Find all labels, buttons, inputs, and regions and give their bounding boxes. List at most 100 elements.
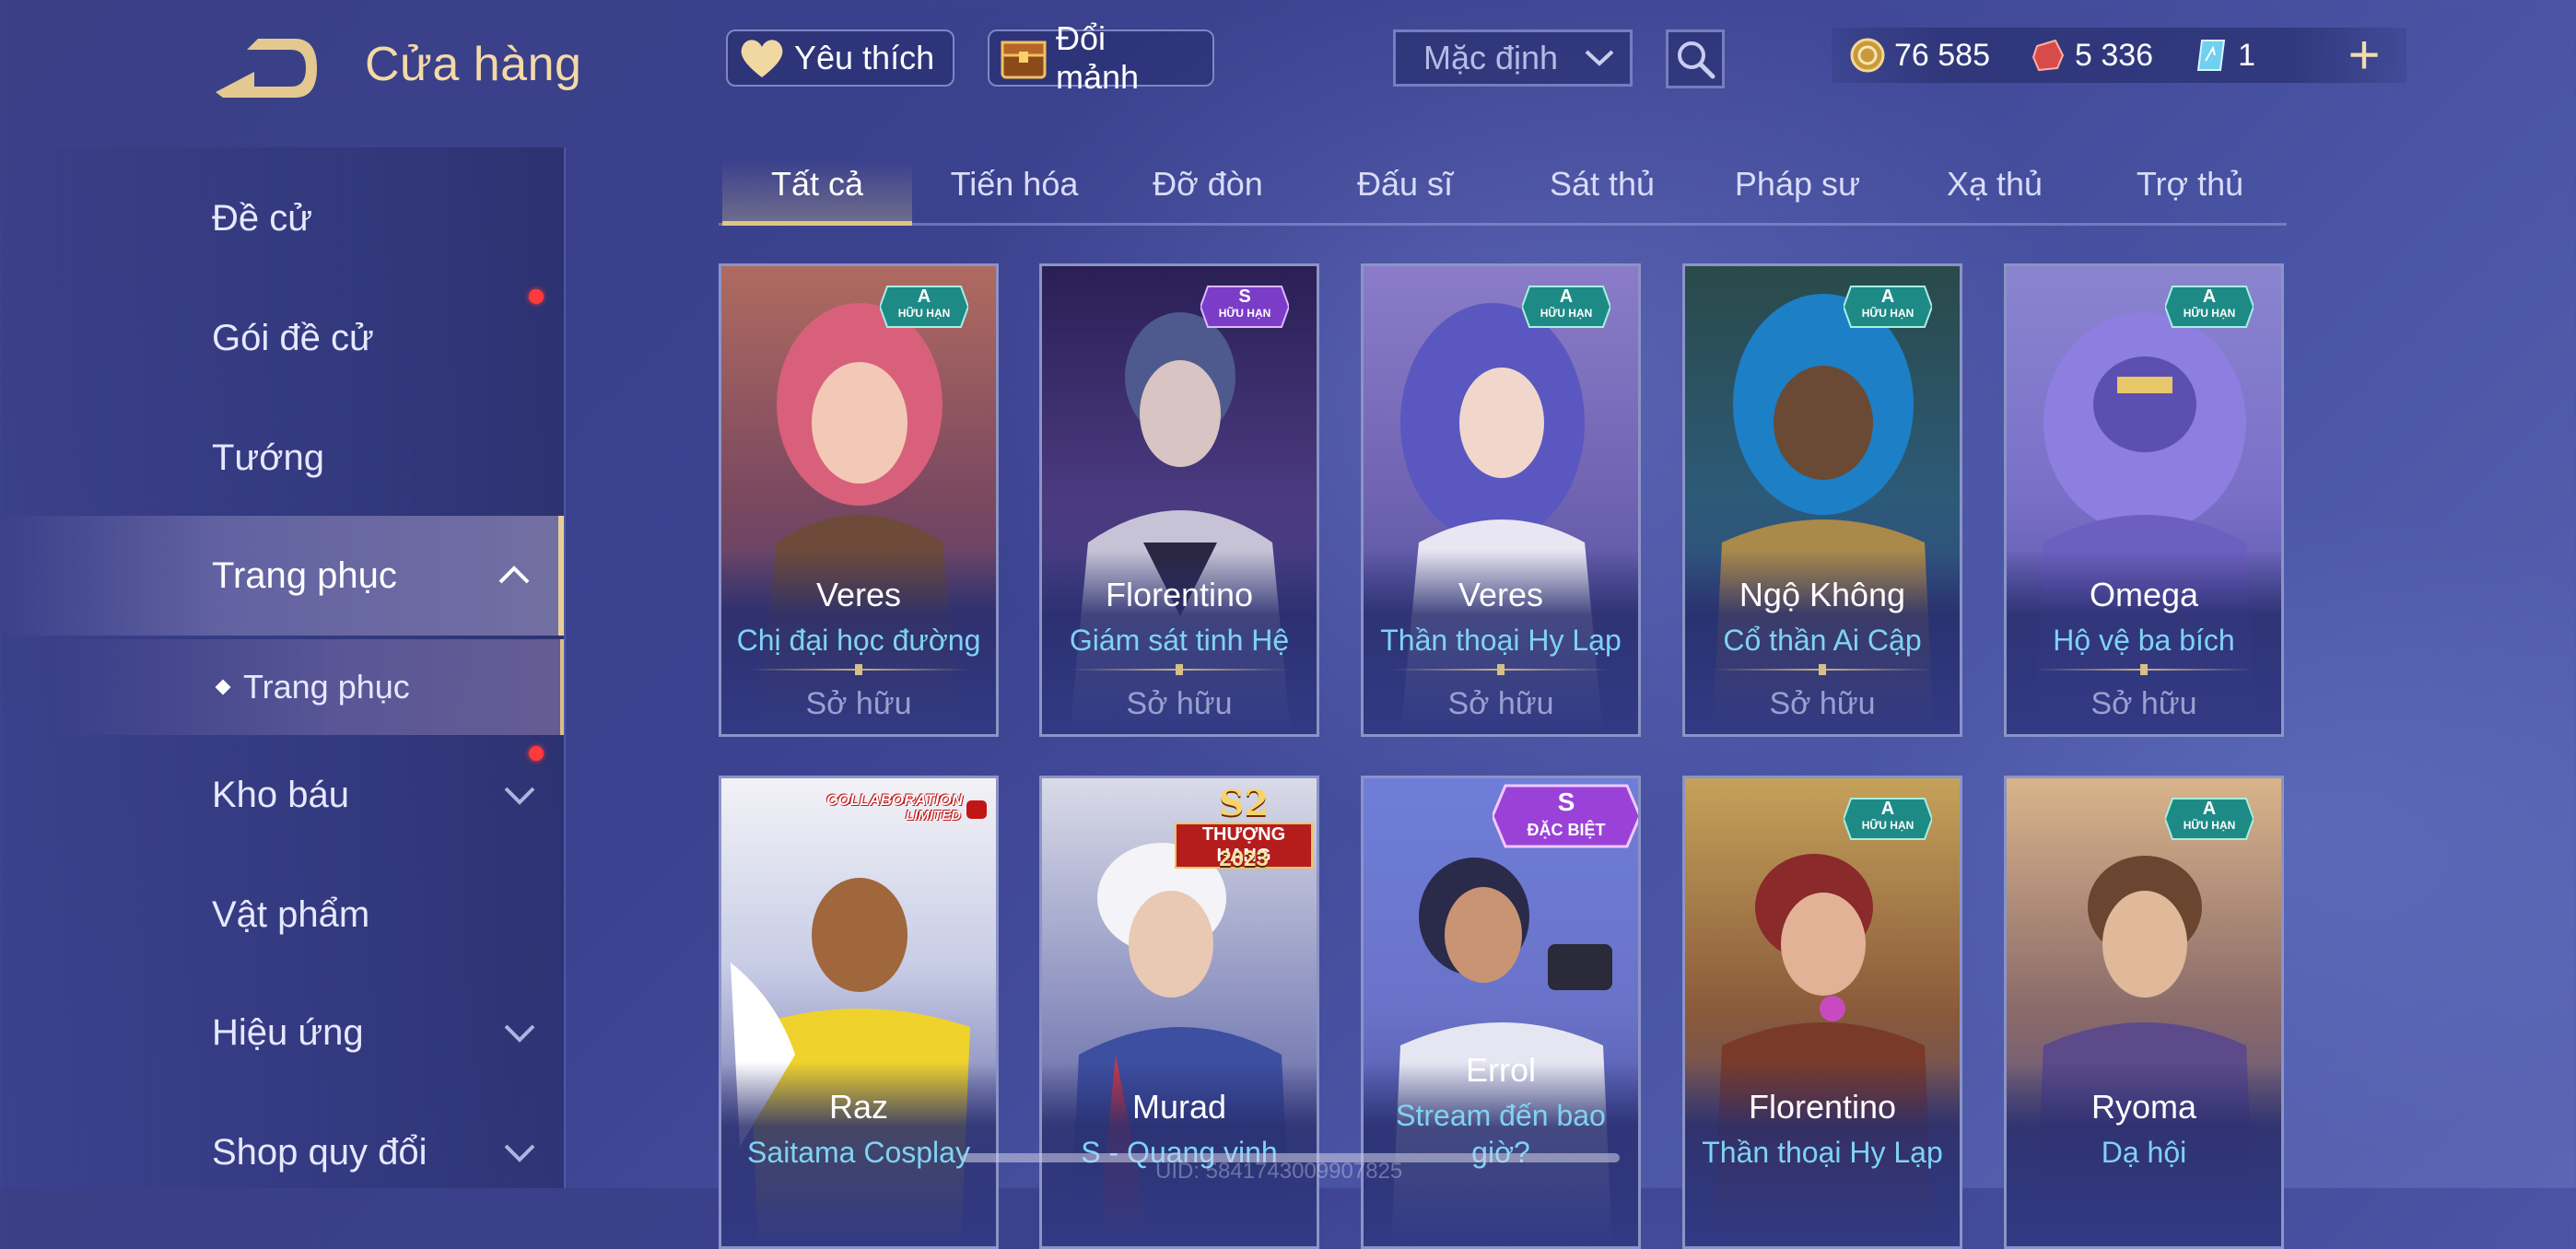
badge-grade: A (1880, 286, 1895, 307)
sidebar-item-recommended-packs[interactable]: Gói đề cử (0, 287, 564, 389)
heart-icon (737, 33, 787, 83)
sidebar-item-items[interactable]: Vật phẩm (0, 864, 564, 965)
skin-name: Thần thoại Hy Lạp (1380, 624, 1622, 657)
sidebar-subitem-skins[interactable]: Trang phục (0, 639, 564, 735)
back-arrow-icon (216, 39, 317, 98)
sidebar-subitem-label: Trang phục (243, 668, 410, 706)
tab-tank[interactable]: Đỡ đòn (1113, 146, 1303, 223)
sidebar: Đề cử Gói đề cử Tướng Trang phục Trang p… (0, 147, 566, 1188)
skin-name: Hộ vệ ba bích (2053, 624, 2235, 657)
grade-badge: A HỮU HẠN (1520, 285, 1612, 329)
badge-grade: A (2202, 799, 2217, 819)
blue-ticket-icon (2192, 36, 2231, 75)
skin-name: Saitama Cosplay (747, 1136, 970, 1169)
skin-card[interactable]: A HỮU HẠN Omega Hộ vệ ba bích Sở hữu (2004, 263, 2284, 737)
voucher-amount: 5 336 (2075, 37, 2154, 73)
sidebar-item-skins[interactable]: Trang phục (0, 516, 564, 636)
favorites-button[interactable]: Yêu thích (726, 29, 954, 87)
skin-card[interactable]: S HỮU HẠN Florentino Giám sát tinh Hệ Sở… (1039, 263, 1319, 737)
gold-amount: 76 585 (1894, 37, 1990, 73)
search-button[interactable] (1666, 29, 1725, 88)
back-button[interactable] (210, 35, 319, 99)
badge-grade: S (1557, 788, 1575, 816)
owned-status: Sở hữu (2090, 686, 2197, 721)
badge-grade: S (1238, 286, 1251, 307)
skin-name: Dạ hội (2101, 1136, 2187, 1169)
hero-name: Omega (2089, 576, 2199, 613)
badge-text: ĐẶC BIỆT (1527, 821, 1606, 839)
skin-name: Thần thoại Hy Lạp (1702, 1136, 1943, 1169)
tab-assassin[interactable]: Sát thủ (1507, 146, 1697, 223)
skin-card[interactable]: A HỮU HẠN Veres Chị đại học đường Sở hữu (719, 263, 999, 737)
card-divider (749, 669, 968, 671)
gold-coin-icon (1848, 36, 1887, 75)
grade-badge: S HỮU HẠN (1199, 285, 1291, 329)
skin-card[interactable]: S ĐẶC BIỆT Errol Stream đến bao giờ? (1361, 776, 1641, 1249)
sidebar-item-effects[interactable]: Hiệu ứng (0, 982, 564, 1083)
badge-grade: A (2202, 286, 2217, 307)
sidebar-item-heroes[interactable]: Tướng (0, 407, 564, 508)
badge-text: HỮU HẠN (2183, 307, 2236, 320)
skin-card[interactable]: A HỮU HẠN Florentino Thần thoại Hy Lạp (1682, 776, 1962, 1249)
owned-status: Sở hữu (1447, 686, 1554, 721)
hero-name: Ngộ Không (1739, 576, 1906, 613)
owned-status: Sở hữu (1126, 686, 1233, 721)
exchange-fragments-button[interactable]: Đổi mảnh (988, 19, 1214, 96)
skin-card[interactable]: A HỮU HẠN Ngộ Không Cổ thần Ai Cập Sở hữ… (1682, 263, 1962, 737)
notification-dot (529, 289, 544, 304)
currency-bar: 76 585 5 336 1 (1832, 28, 2406, 83)
badge-line-1: COLLABORATION (826, 791, 963, 809)
sidebar-item-label: Vật phẩm (212, 893, 370, 935)
tab-support[interactable]: Trợ thủ (2095, 146, 2285, 223)
hero-name: Florentino (1105, 576, 1254, 613)
badge-text: HỮU HẠN (1540, 307, 1593, 320)
tab-fighter[interactable]: Đấu sĩ (1310, 146, 1500, 223)
badge-grade: A (1559, 286, 1574, 307)
notification-dot (529, 746, 544, 761)
card-divider (1070, 669, 1289, 671)
voucher-currency: 5 336 (2029, 36, 2153, 75)
card-divider (1713, 669, 1932, 671)
badge-text: HỮU HẠN (897, 307, 951, 320)
skin-card[interactable]: A HỮU HẠN Veres Thần thoại Hy Lạp Sở hữu (1361, 263, 1641, 737)
grade-badge: A HỮU HẠN (2163, 285, 2255, 329)
exchange-label: Đổi mảnh (1056, 19, 1140, 96)
tab-all[interactable]: Tất cả (722, 146, 912, 226)
sidebar-item-treasure[interactable]: Kho báu (0, 744, 564, 846)
chevron-up-icon (496, 556, 533, 593)
hero-name: Florentino (1748, 1088, 1897, 1126)
badge-line-2: LIMITED (906, 808, 961, 823)
hero-name: Raz (828, 1088, 889, 1126)
skin-card[interactable]: COLLABORATION LIMITED Raz Saitama Cospla… (719, 776, 999, 1249)
skin-name: Chị đại học đường (736, 624, 981, 657)
user-id: UID: 5841743009907825 (1155, 1159, 1403, 1184)
sidebar-item-recommended[interactable]: Đề cử (0, 168, 564, 269)
tab-evolution[interactable]: Tiến hóa (919, 146, 1109, 223)
grade-badge: A HỮU HẠN (878, 285, 970, 329)
season-rank-badge: S2 THƯỢNG HẠNG 2023 (1171, 782, 1317, 871)
skin-card[interactable]: A HỮU HẠN Ryoma Dạ hội (2004, 776, 2284, 1249)
sidebar-item-label: Kho báu (212, 774, 350, 815)
add-currency-button[interactable]: + (2336, 28, 2392, 83)
tab-marksman[interactable]: Xạ thủ (1900, 146, 2090, 223)
grade-badge: A HỮU HẠN (1842, 797, 1934, 841)
sidebar-item-label: Shop quy đổi (212, 1131, 427, 1173)
hero-name: Veres (1458, 576, 1544, 613)
fist-icon (966, 800, 987, 819)
red-voucher-icon (2029, 36, 2067, 75)
badge-line-3: 2023 (1219, 846, 1269, 871)
sidebar-item-label: Tướng (212, 437, 324, 478)
chevron-down-icon (501, 777, 538, 814)
ticket-amount: 1 (2238, 37, 2256, 73)
tab-mage[interactable]: Pháp sư (1703, 146, 1892, 223)
badge-text: HỮU HẠN (1861, 307, 1914, 320)
treasure-chest-icon (999, 33, 1048, 83)
sidebar-item-label: Đề cử (212, 197, 313, 239)
special-grade-badge: S ĐẶC BIỆT (1493, 784, 1638, 854)
owned-status: Sở hữu (805, 686, 912, 721)
chevron-down-icon (501, 1135, 538, 1172)
hero-name: Ryoma (2090, 1088, 2197, 1126)
favorites-label: Yêu thích (794, 39, 935, 76)
sort-dropdown[interactable]: Mặc định (1393, 29, 1633, 87)
sidebar-item-label: Trang phục (212, 554, 397, 596)
